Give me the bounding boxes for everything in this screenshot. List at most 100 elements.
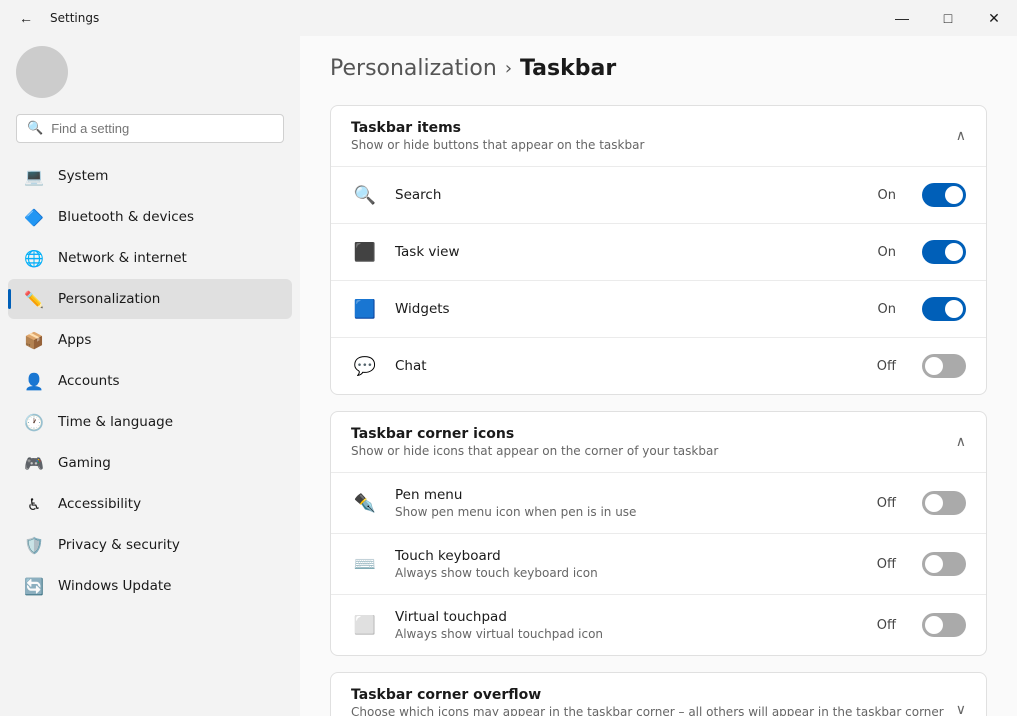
back-button[interactable]: ← [12,4,40,32]
toggle-taskview[interactable] [922,240,966,264]
setting-label-search: Search [395,187,862,203]
setting-status-virtual-touchpad: Off [877,618,896,633]
breadcrumb-parent: Personalization [330,56,497,81]
sidebar-item-system[interactable]: 💻 System [8,156,292,196]
title-bar: ← Settings — □ ✕ [0,0,1017,36]
nav-icon-system: 💻 [24,166,44,186]
nav-icon-gaming: 🎮 [24,453,44,473]
setting-row-pen-menu: ✒️ Pen menu Show pen menu icon when pen … [331,472,986,533]
section-taskbar-corner-icons: Taskbar corner icons Show or hide icons … [330,411,987,656]
avatar [16,46,68,98]
section-header-taskbar-corner-overflow[interactable]: Taskbar corner overflow Choose which ico… [331,673,986,716]
maximize-button[interactable]: □ [925,0,971,36]
sidebar-item-bluetooth[interactable]: 🔷 Bluetooth & devices [8,197,292,237]
nav-icon-bluetooth: 🔷 [24,207,44,227]
setting-label-touch-keyboard: Touch keyboard [395,548,861,564]
setting-row-search: 🔍 Search On [331,166,986,223]
setting-text-pen-menu: Pen menu Show pen menu icon when pen is … [395,487,861,519]
setting-status-search: On [878,188,896,203]
sidebar: 🔍 💻 System 🔷 Bluetooth & devices 🌐 Netwo… [0,36,300,716]
content-area: Personalization › Taskbar Taskbar items … [300,36,1017,716]
nav-label-gaming: Gaming [58,455,111,471]
toggle-touch-keyboard[interactable] [922,552,966,576]
nav-label-system: System [58,168,108,184]
setting-text-widgets: Widgets [395,301,862,317]
toggle-thumb-chat [925,357,943,375]
minimize-button[interactable]: — [879,0,925,36]
section-subtitle-taskbar-corner-overflow: Choose which icons may appear in the tas… [351,705,956,716]
sidebar-item-gaming[interactable]: 🎮 Gaming [8,443,292,483]
window-controls: — □ ✕ [879,0,1017,36]
setting-status-pen-menu: Off [877,496,896,511]
nav-label-update: Windows Update [58,578,171,594]
nav-label-apps: Apps [58,332,91,348]
search-icon: 🔍 [27,121,43,136]
setting-text-search: Search [395,187,862,203]
sidebar-item-accessibility[interactable]: ♿ Accessibility [8,484,292,524]
nav-icon-time: 🕐 [24,412,44,432]
nav-icon-accounts: 👤 [24,371,44,391]
setting-row-virtual-touchpad: ⬜ Virtual touchpad Always show virtual t… [331,594,986,655]
setting-text-touch-keyboard: Touch keyboard Always show touch keyboar… [395,548,861,580]
nav-label-bluetooth: Bluetooth & devices [58,209,194,225]
nav-icon-privacy: 🛡️ [24,535,44,555]
section-header-taskbar-items[interactable]: Taskbar items Show or hide buttons that … [331,106,986,166]
setting-sublabel-touch-keyboard: Always show touch keyboard icon [395,566,861,580]
setting-label-chat: Chat [395,358,861,374]
sidebar-item-personalization[interactable]: ✏️ Personalization [8,279,292,319]
setting-label-pen-menu: Pen menu [395,487,861,503]
nav-label-accessibility: Accessibility [58,496,141,512]
search-input[interactable] [51,121,273,136]
setting-status-chat: Off [877,359,896,374]
sidebar-item-accounts[interactable]: 👤 Accounts [8,361,292,401]
nav-label-network: Network & internet [58,250,187,266]
sidebar-item-apps[interactable]: 📦 Apps [8,320,292,360]
toggle-virtual-touchpad[interactable] [922,613,966,637]
section-header-text-taskbar-items: Taskbar items Show or hide buttons that … [351,120,644,152]
sidebar-item-privacy[interactable]: 🛡️ Privacy & security [8,525,292,565]
section-taskbar-items: Taskbar items Show or hide buttons that … [330,105,987,395]
sidebar-item-update[interactable]: 🔄 Windows Update [8,566,292,606]
section-chevron-taskbar-corner-overflow: ∨ [956,702,966,716]
section-subtitle-taskbar-corner-icons: Show or hide icons that appear on the co… [351,444,718,458]
toggle-thumb-touch-keyboard [925,555,943,573]
nav-icon-apps: 📦 [24,330,44,350]
close-button[interactable]: ✕ [971,0,1017,36]
section-header-text-taskbar-corner-icons: Taskbar corner icons Show or hide icons … [351,426,718,458]
app-title: Settings [50,11,99,25]
section-subtitle-taskbar-items: Show or hide buttons that appear on the … [351,138,644,152]
setting-sublabel-pen-menu: Show pen menu icon when pen is in use [395,505,861,519]
setting-icon-widgets: 🟦 [351,295,379,323]
search-box: 🔍 [16,114,284,143]
nav-label-time: Time & language [58,414,173,430]
setting-icon-search: 🔍 [351,181,379,209]
setting-label-virtual-touchpad: Virtual touchpad [395,609,861,625]
breadcrumb-separator: › [505,58,512,79]
title-bar-left: ← Settings [12,4,99,32]
setting-label-taskview: Task view [395,244,862,260]
section-chevron-taskbar-items: ∧ [956,128,966,144]
setting-sublabel-virtual-touchpad: Always show virtual touchpad icon [395,627,861,641]
app-body: 🔍 💻 System 🔷 Bluetooth & devices 🌐 Netwo… [0,36,1017,716]
setting-status-touch-keyboard: Off [877,557,896,572]
nav-icon-personalization: ✏️ [24,289,44,309]
section-header-text-taskbar-corner-overflow: Taskbar corner overflow Choose which ico… [351,687,956,716]
setting-row-touch-keyboard: ⌨️ Touch keyboard Always show touch keyb… [331,533,986,594]
setting-row-chat: 💬 Chat Off [331,337,986,394]
toggle-search[interactable] [922,183,966,207]
sidebar-item-time[interactable]: 🕐 Time & language [8,402,292,442]
section-header-taskbar-corner-icons[interactable]: Taskbar corner icons Show or hide icons … [331,412,986,472]
section-title-taskbar-corner-overflow: Taskbar corner overflow [351,687,956,703]
nav-icon-update: 🔄 [24,576,44,596]
toggle-pen-menu[interactable] [922,491,966,515]
setting-icon-chat: 💬 [351,352,379,380]
nav-menu: 💻 System 🔷 Bluetooth & devices 🌐 Network… [0,155,300,607]
toggle-widgets[interactable] [922,297,966,321]
sidebar-item-network[interactable]: 🌐 Network & internet [8,238,292,278]
setting-status-widgets: On [878,302,896,317]
nav-label-accounts: Accounts [58,373,120,389]
section-title-taskbar-corner-icons: Taskbar corner icons [351,426,718,442]
toggle-chat[interactable] [922,354,966,378]
breadcrumb: Personalization › Taskbar [330,56,987,81]
section-taskbar-corner-overflow: Taskbar corner overflow Choose which ico… [330,672,987,716]
